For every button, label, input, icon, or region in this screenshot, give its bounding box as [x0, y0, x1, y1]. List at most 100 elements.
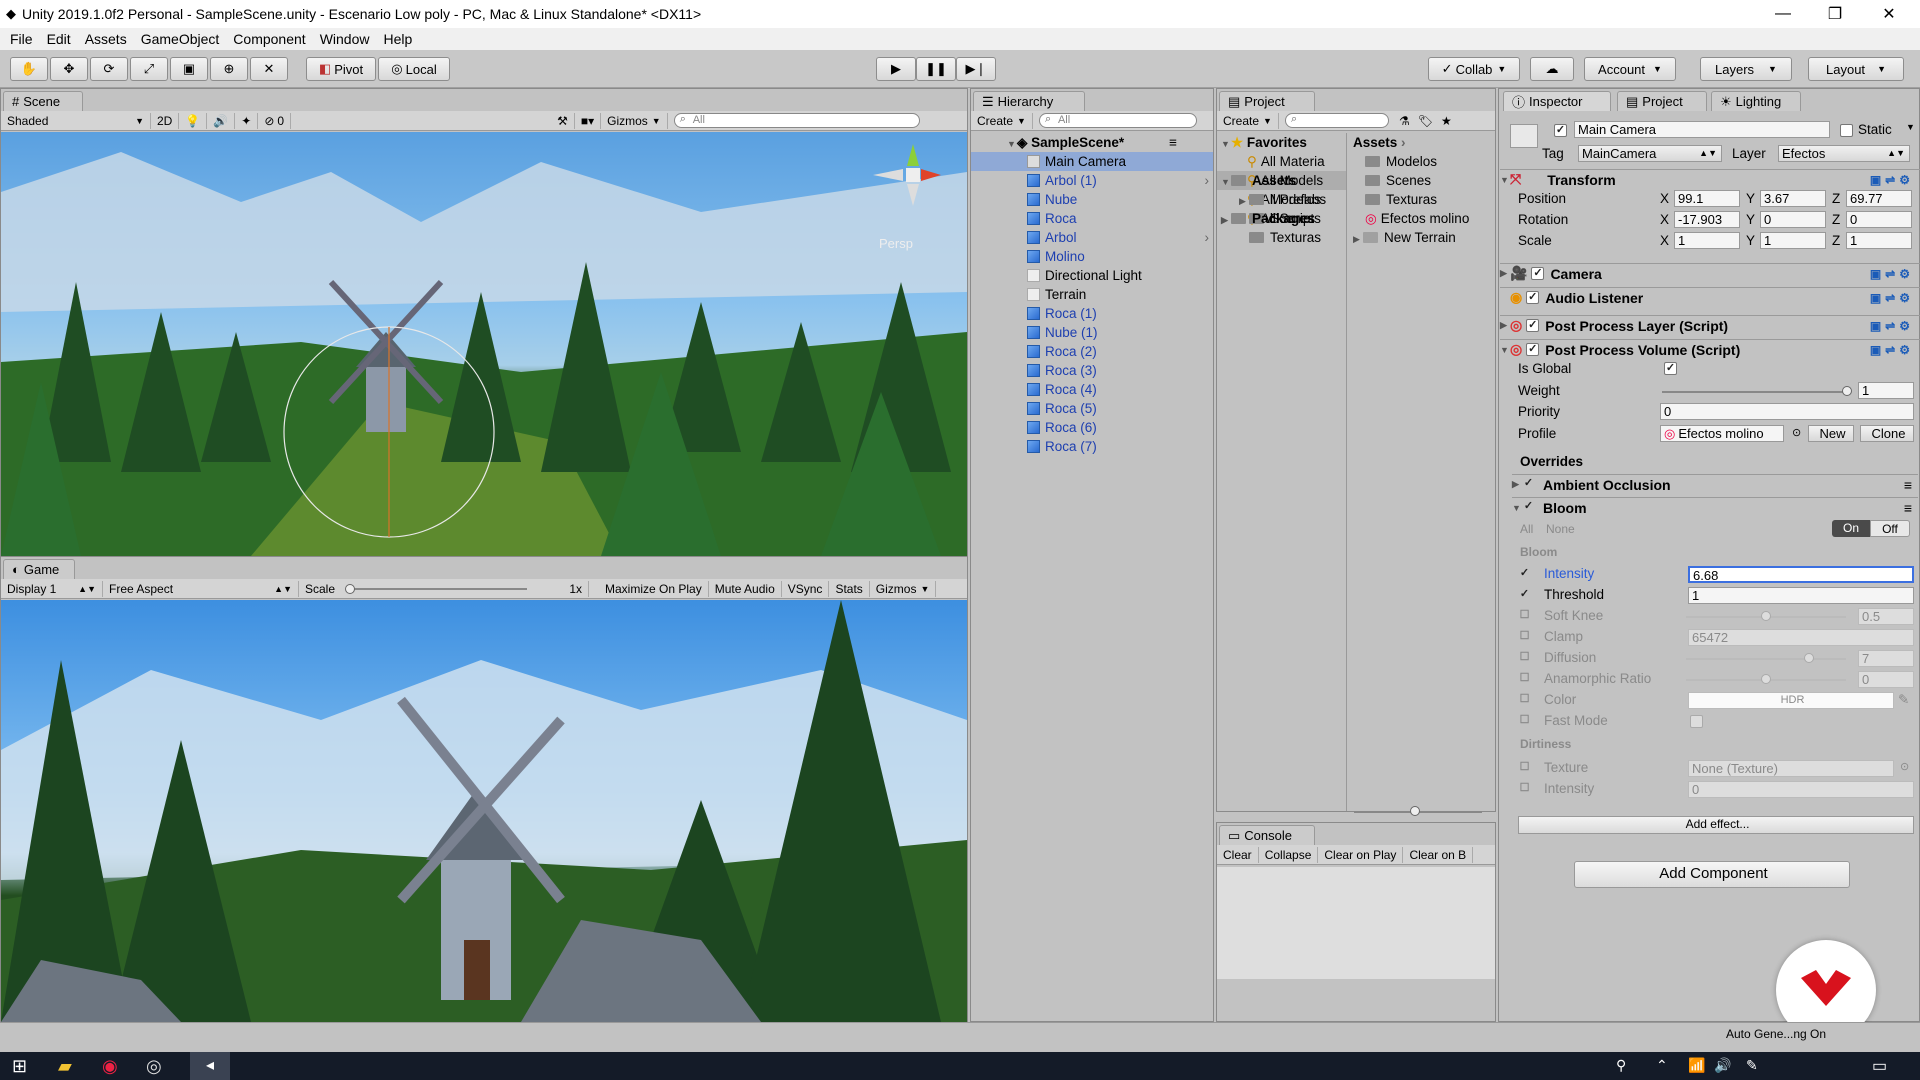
camera-enabled-checkbox[interactable]: ✓: [1531, 267, 1545, 280]
packages-folder[interactable]: ▶ Packages: [1217, 209, 1346, 228]
layers-dropdown[interactable]: Layers ▼: [1700, 57, 1792, 81]
weight-slider[interactable]: [1662, 386, 1858, 400]
bloom-override-checkbox[interactable]: ✓: [1518, 568, 1531, 581]
audio-toggle-icon[interactable]: 🔊: [207, 112, 236, 129]
tab-scene[interactable]: # Scene: [3, 91, 83, 111]
bloom-override-checkbox[interactable]: ☐: [1518, 694, 1531, 707]
close-button[interactable]: ✕: [1866, 0, 1912, 28]
rotate-tool-icon[interactable]: ⟳: [90, 57, 128, 81]
bloom-value-field[interactable]: 1: [1688, 587, 1914, 604]
pivot-toggle[interactable]: ◧ Pivot: [306, 57, 376, 81]
bloom-value-field[interactable]: 65472: [1688, 629, 1914, 646]
weight-field[interactable]: 1: [1858, 382, 1914, 399]
object-name-field[interactable]: Main Camera: [1574, 121, 1830, 138]
bloom-override-checkbox[interactable]: ☐: [1518, 673, 1531, 686]
console-clear-on-play-button[interactable]: Clear on Play: [1318, 846, 1404, 863]
browser-icon[interactable]: ◉: [102, 1056, 118, 1077]
bloom-override-checkbox[interactable]: ☐: [1518, 715, 1531, 728]
bloom-value-field[interactable]: 6.68: [1688, 566, 1914, 583]
maximize-button[interactable]: ❐: [1812, 0, 1858, 28]
effect-menu-icon[interactable]: ≡: [1904, 477, 1912, 493]
file-explorer-icon[interactable]: ▰: [58, 1056, 72, 1077]
menu-help[interactable]: Help: [377, 31, 420, 47]
bloom-header[interactable]: ▼ ✓ Bloom ≡: [1512, 497, 1918, 517]
tab-lighting[interactable]: ☀ Lighting: [1711, 91, 1801, 111]
hierarchy-item[interactable]: Nube: [971, 190, 1213, 209]
dirtiness-value-field[interactable]: 0: [1688, 781, 1914, 798]
add-effect-button[interactable]: Add effect...: [1518, 816, 1914, 834]
hierarchy-item[interactable]: Roca (5): [971, 399, 1213, 418]
component-menu-icons[interactable]: ▣⇌⚙: [1870, 291, 1914, 305]
scene-viewport[interactable]: Persp: [1, 132, 967, 556]
static-dropdown-icon[interactable]: ▼: [1906, 122, 1915, 132]
console-collapse-button[interactable]: Collapse: [1259, 846, 1319, 863]
collab-dropdown[interactable]: ✓ Collab ▼: [1428, 57, 1520, 81]
hierarchy-item[interactable]: Arbol (1) ›: [971, 171, 1213, 190]
priority-field[interactable]: 0: [1660, 403, 1914, 420]
chevron-right-icon[interactable]: ›: [1205, 228, 1210, 247]
transform-z-field[interactable]: 69.77: [1846, 190, 1912, 207]
volume-icon[interactable]: 🔊: [1714, 1057, 1731, 1074]
dirtiness-override-checkbox[interactable]: ☐: [1518, 783, 1531, 796]
tab-game[interactable]: ◐ Game: [3, 559, 75, 579]
asset-folder-item[interactable]: Texturas: [1217, 228, 1346, 247]
bloom-slider[interactable]: [1686, 611, 1856, 623]
hierarchy-item[interactable]: Roca (4): [971, 380, 1213, 399]
project-asset-item[interactable]: ◎ Efectos molino: [1351, 209, 1495, 228]
bloom-on-toggle[interactable]: On: [1832, 520, 1870, 537]
tag-dropdown[interactable]: MainCamera ▲▼: [1578, 145, 1722, 162]
project-asset-item[interactable]: ▶ New Terrain: [1351, 228, 1495, 247]
component-menu-icons[interactable]: ▣⇌⚙: [1870, 173, 1914, 187]
audio-listener-enabled-checkbox[interactable]: ✓: [1526, 291, 1540, 304]
favorite-star-icon[interactable]: ★: [1441, 114, 1452, 128]
network-icon[interactable]: 📶: [1688, 1057, 1705, 1074]
static-checkbox[interactable]: [1840, 124, 1853, 137]
persp-label[interactable]: Persp: [879, 236, 913, 251]
bloom-value-field[interactable]: 7: [1858, 650, 1914, 667]
maximize-on-play-toggle[interactable]: Maximize On Play: [599, 580, 709, 597]
hierarchy-create-dropdown[interactable]: Create ▼: [971, 112, 1033, 129]
transform-header[interactable]: ▼ ⤧ Transform ▣⇌⚙: [1500, 169, 1920, 189]
action-center-icon[interactable]: ▭: [1872, 1056, 1887, 1076]
ambient-occlusion-header[interactable]: ▶ ✓ Ambient Occlusion ≡: [1512, 474, 1918, 494]
hierarchy-item[interactable]: Arbol ›: [971, 228, 1213, 247]
project-asset-item[interactable]: Modelos: [1351, 152, 1495, 171]
windows-start-icon[interactable]: ⊞: [12, 1056, 27, 1077]
bloom-value-field[interactable]: 0.5: [1858, 608, 1914, 625]
bloom-slider[interactable]: [1686, 653, 1856, 665]
hierarchy-search-input[interactable]: All: [1038, 113, 1197, 128]
bloom-color-field[interactable]: HDR: [1688, 692, 1894, 709]
bloom-override-checkbox[interactable]: ☐: [1518, 610, 1531, 623]
2d-toggle[interactable]: 2D: [151, 112, 180, 129]
hand-tool-icon[interactable]: ✋: [10, 57, 48, 81]
tab-inspector-project[interactable]: ▤ Project: [1617, 91, 1707, 111]
profile-field[interactable]: ◎ Efectos molino: [1660, 425, 1784, 442]
effects-toggle-icon[interactable]: ✦: [235, 112, 259, 129]
auto-generate-lighting-status[interactable]: Auto Gene...ng On: [1726, 1027, 1826, 1041]
bloom-override-checkbox[interactable]: ☐: [1518, 631, 1531, 644]
project-search-input[interactable]: [1284, 113, 1389, 128]
assets-root-folder[interactable]: ▼ Assets: [1217, 171, 1346, 190]
tab-project[interactable]: ▤ Project: [1219, 91, 1315, 111]
transform-x-field[interactable]: 99.1: [1674, 190, 1740, 207]
hierarchy-item[interactable]: Roca: [971, 209, 1213, 228]
hierarchy-item[interactable]: Roca (7): [971, 437, 1213, 456]
move-tool-icon[interactable]: ✥: [50, 57, 88, 81]
layout-dropdown[interactable]: Layout ▼: [1808, 57, 1904, 81]
hierarchy-item[interactable]: Roca (2): [971, 342, 1213, 361]
menu-gameobject[interactable]: GameObject: [135, 31, 228, 47]
menu-file[interactable]: File: [4, 31, 41, 47]
component-menu-icons[interactable]: ▣⇌⚙: [1870, 319, 1914, 333]
rect-tool-icon[interactable]: ▣: [170, 57, 208, 81]
shading-dropdown[interactable]: Shaded ▼: [1, 112, 151, 129]
account-dropdown[interactable]: Account ▼: [1584, 57, 1676, 81]
object-picker-icon[interactable]: ⊙: [1792, 426, 1801, 439]
hierarchy-item[interactable]: Terrain: [971, 285, 1213, 304]
aspect-dropdown[interactable]: Free Aspect ▲▼: [103, 580, 299, 597]
active-checkbox[interactable]: ✓: [1554, 124, 1567, 137]
transform-z-field[interactable]: 0: [1846, 211, 1912, 228]
tab-console[interactable]: ▭ Console: [1219, 825, 1315, 845]
dirtiness-value-field[interactable]: None (Texture): [1688, 760, 1894, 777]
hierarchy-item[interactable]: Roca (1): [971, 304, 1213, 323]
local-toggle[interactable]: ◎ Local: [378, 57, 450, 81]
